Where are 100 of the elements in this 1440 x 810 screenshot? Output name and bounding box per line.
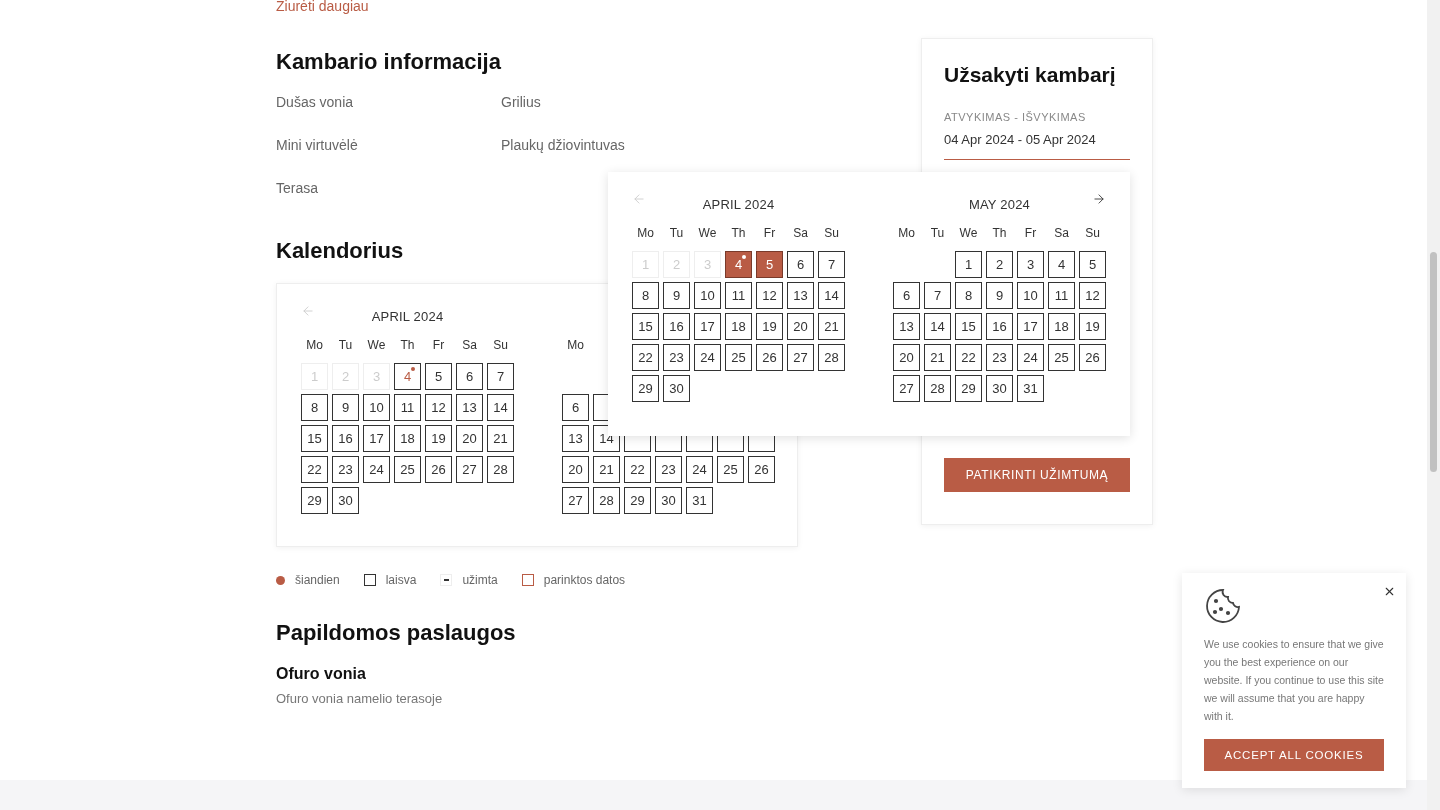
calendar-day[interactable]: 13 — [562, 425, 589, 452]
calendar-day[interactable]: 7 — [818, 251, 845, 278]
calendar-day[interactable]: 23 — [655, 456, 682, 483]
calendar-day[interactable]: 22 — [624, 456, 651, 483]
close-icon[interactable] — [1383, 585, 1396, 598]
calendar-day[interactable]: 15 — [301, 425, 328, 452]
scrollbar[interactable] — [1427, 0, 1440, 810]
calendar-day[interactable]: 10 — [1017, 282, 1044, 309]
calendar-day[interactable]: 19 — [756, 313, 783, 340]
check-availability-button[interactable]: PATIKRINTI UŽIMTUMĄ — [944, 458, 1130, 492]
calendar-day[interactable]: 25 — [717, 456, 744, 483]
calendar-day[interactable]: 16 — [663, 313, 690, 340]
calendar-day[interactable]: 30 — [332, 487, 359, 514]
calendar-day[interactable]: 17 — [694, 313, 721, 340]
calendar-day[interactable]: 22 — [301, 456, 328, 483]
calendar-day[interactable]: 23 — [332, 456, 359, 483]
calendar-day[interactable]: 21 — [593, 456, 620, 483]
calendar-day[interactable]: 26 — [1079, 344, 1106, 371]
calendar-day[interactable]: 22 — [955, 344, 982, 371]
calendar-day[interactable]: 18 — [394, 425, 421, 452]
calendar-day[interactable]: 5 — [756, 251, 783, 278]
calendar-day[interactable]: 27 — [562, 487, 589, 514]
calendar-day[interactable]: 17 — [1017, 313, 1044, 340]
calendar-day[interactable]: 12 — [756, 282, 783, 309]
calendar-day[interactable]: 28 — [487, 456, 514, 483]
calendar-day[interactable]: 14 — [924, 313, 951, 340]
calendar-day[interactable]: 24 — [686, 456, 713, 483]
calendar-day[interactable]: 26 — [425, 456, 452, 483]
calendar-day[interactable]: 7 — [487, 363, 514, 390]
calendar-day[interactable]: 23 — [663, 344, 690, 371]
calendar-day[interactable]: 10 — [694, 282, 721, 309]
calendar-day[interactable]: 2 — [986, 251, 1013, 278]
calendar-day[interactable]: 7 — [924, 282, 951, 309]
calendar-day[interactable]: 27 — [456, 456, 483, 483]
calendar-day[interactable]: 9 — [332, 394, 359, 421]
accept-cookies-button[interactable]: ACCEPT ALL COOKIES — [1204, 739, 1384, 771]
calendar-day[interactable]: 6 — [456, 363, 483, 390]
calendar-day[interactable]: 28 — [924, 375, 951, 402]
calendar-day[interactable]: 9 — [663, 282, 690, 309]
calendar-day[interactable]: 14 — [818, 282, 845, 309]
calendar-day[interactable]: 25 — [725, 344, 752, 371]
calendar-day[interactable]: 21 — [924, 344, 951, 371]
calendar-day[interactable]: 25 — [1048, 344, 1075, 371]
calendar-day[interactable]: 26 — [756, 344, 783, 371]
calendar-day[interactable]: 11 — [1048, 282, 1075, 309]
calendar-day[interactable]: 31 — [1017, 375, 1044, 402]
calendar-day[interactable]: 28 — [818, 344, 845, 371]
calendar-day[interactable]: 4 — [725, 251, 752, 278]
calendar-day[interactable]: 13 — [893, 313, 920, 340]
calendar-day[interactable]: 8 — [632, 282, 659, 309]
calendar-day[interactable]: 26 — [748, 456, 775, 483]
calendar-day[interactable]: 20 — [562, 456, 589, 483]
calendar-day[interactable]: 29 — [955, 375, 982, 402]
calendar-day[interactable]: 15 — [955, 313, 982, 340]
calendar-day[interactable]: 21 — [818, 313, 845, 340]
calendar-day[interactable]: 20 — [893, 344, 920, 371]
calendar-day[interactable]: 12 — [425, 394, 452, 421]
calendar-day[interactable]: 31 — [686, 487, 713, 514]
calendar-day[interactable]: 11 — [394, 394, 421, 421]
calendar-day[interactable]: 13 — [456, 394, 483, 421]
calendar-day[interactable]: 18 — [725, 313, 752, 340]
calendar-day[interactable]: 16 — [986, 313, 1013, 340]
calendar-day[interactable]: 12 — [1079, 282, 1106, 309]
calendar-day[interactable]: 6 — [562, 394, 589, 421]
calendar-day[interactable]: 1 — [955, 251, 982, 278]
calendar-day[interactable]: 16 — [332, 425, 359, 452]
calendar-day[interactable]: 23 — [986, 344, 1013, 371]
calendar-day[interactable]: 27 — [893, 375, 920, 402]
calendar-day[interactable]: 29 — [301, 487, 328, 514]
calendar-day[interactable]: 10 — [363, 394, 390, 421]
calendar-day[interactable]: 18 — [1048, 313, 1075, 340]
calendar-day[interactable]: 15 — [632, 313, 659, 340]
scrollbar-thumb[interactable] — [1430, 252, 1437, 472]
calendar-day[interactable]: 8 — [301, 394, 328, 421]
calendar-day[interactable]: 24 — [694, 344, 721, 371]
calendar-day[interactable]: 13 — [787, 282, 814, 309]
calendar-day[interactable]: 29 — [624, 487, 651, 514]
calendar-day[interactable]: 17 — [363, 425, 390, 452]
calendar-day[interactable]: 9 — [986, 282, 1013, 309]
see-more-link[interactable]: Ziurėti daugiau — [276, 0, 369, 14]
calendar-day[interactable]: 19 — [425, 425, 452, 452]
calendar-day[interactable]: 11 — [725, 282, 752, 309]
calendar-day[interactable]: 29 — [632, 375, 659, 402]
calendar-day[interactable]: 14 — [487, 394, 514, 421]
calendar-day[interactable]: 20 — [456, 425, 483, 452]
calendar-day[interactable]: 25 — [394, 456, 421, 483]
calendar-day[interactable]: 28 — [593, 487, 620, 514]
calendar-day[interactable]: 6 — [787, 251, 814, 278]
calendar-day[interactable]: 19 — [1079, 313, 1106, 340]
calendar-day[interactable]: 4 — [1048, 251, 1075, 278]
calendar-day[interactable]: 20 — [787, 313, 814, 340]
calendar-day[interactable]: 24 — [363, 456, 390, 483]
calendar-day[interactable]: 24 — [1017, 344, 1044, 371]
calendar-day[interactable]: 5 — [425, 363, 452, 390]
calendar-day[interactable]: 8 — [955, 282, 982, 309]
calendar-day[interactable]: 30 — [986, 375, 1013, 402]
calendar-day[interactable]: 5 — [1079, 251, 1106, 278]
calendar-day[interactable]: 27 — [787, 344, 814, 371]
date-range-field[interactable]: 04 Apr 2024 - 05 Apr 2024 — [944, 132, 1130, 160]
calendar-day[interactable]: 21 — [487, 425, 514, 452]
